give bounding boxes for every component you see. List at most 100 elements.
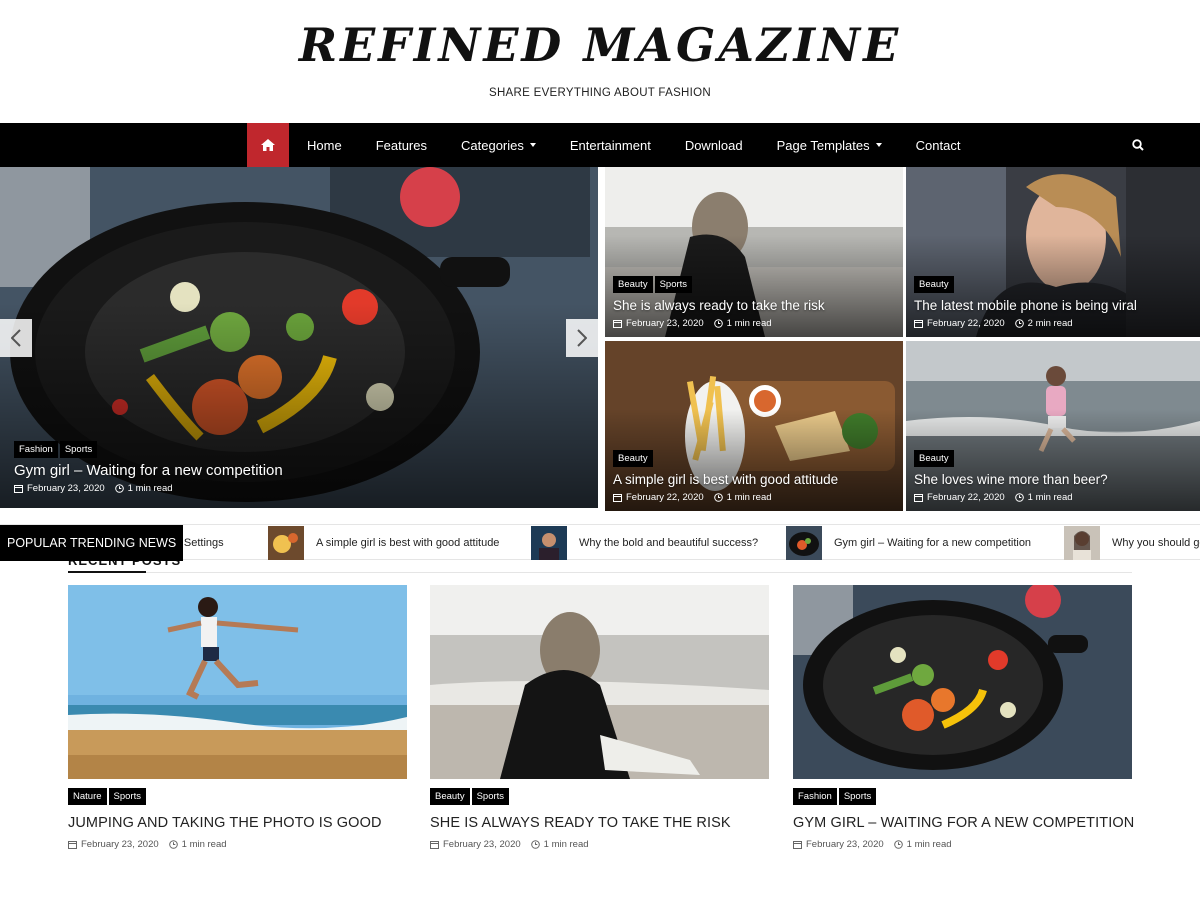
tag[interactable]: Beauty xyxy=(914,276,954,293)
nav-item-categories[interactable]: Categories xyxy=(444,123,553,167)
post-thumbnail[interactable] xyxy=(68,585,407,779)
tag[interactable]: Sports xyxy=(59,441,98,458)
read-time: 1 min read xyxy=(1014,492,1073,503)
read-time: 2 min read xyxy=(1014,318,1073,329)
nav-item-entertainment[interactable]: Entertainment xyxy=(553,123,668,167)
read-time-text: 1 min read xyxy=(906,839,952,850)
nav-item-label: Entertainment xyxy=(569,137,651,153)
tile-title[interactable]: The latest mobile phone is being viral xyxy=(914,297,1192,315)
featured-tile[interactable]: Beauty A simple girl is best with good a… xyxy=(605,341,903,511)
tile-title[interactable]: She loves wine more than beer? xyxy=(914,471,1192,489)
heading-divider xyxy=(68,572,1132,573)
heading-underline xyxy=(68,571,146,573)
calendar-icon xyxy=(613,320,622,328)
tag[interactable]: Fashion xyxy=(793,788,837,805)
ticker-thumb xyxy=(268,526,304,560)
read-time: 1 min read xyxy=(713,318,772,329)
ticker-item[interactable]: Gym girl – Waiting for a new competition xyxy=(786,525,1031,561)
nav-item-label: Page Templates xyxy=(776,137,870,153)
tag[interactable]: Fashion xyxy=(14,441,58,458)
nav-item-label: Download xyxy=(684,137,743,153)
tag[interactable]: Sports xyxy=(654,276,693,293)
search-button[interactable] xyxy=(1128,135,1148,155)
post-date: February 23, 2020 xyxy=(613,318,704,329)
tile-caption: Beauty She loves wine more than beer? Fe… xyxy=(914,450,1192,503)
post-date: February 22, 2020 xyxy=(613,492,704,503)
read-time-text: 1 min read xyxy=(127,483,173,494)
post-title[interactable]: JUMPING AND TAKING THE PHOTO IS GOOD xyxy=(68,815,407,831)
date-text: February 23, 2020 xyxy=(626,318,704,329)
nav-item-download[interactable]: Download xyxy=(668,123,760,167)
tag[interactable]: Beauty xyxy=(914,450,954,467)
tag[interactable]: Beauty xyxy=(613,450,653,467)
slider-next-button[interactable] xyxy=(566,319,598,357)
post-title[interactable]: SHE IS ALWAYS READY TO TAKE THE RISK xyxy=(430,815,769,831)
site-title[interactable]: REFINED MAGAZINE xyxy=(0,18,1200,72)
tile-meta: February 22, 2020 1 min read xyxy=(613,492,895,503)
tile-title[interactable]: She is always ready to take the risk xyxy=(613,297,895,315)
featured-tile[interactable]: Beauty She loves wine more than beer? Fe… xyxy=(906,341,1200,511)
nav-item-label: Contact xyxy=(915,137,961,153)
ticker-thumb xyxy=(531,526,567,560)
read-time: 1 min read xyxy=(893,839,952,850)
ticker-item[interactable]: ter Settings xyxy=(183,525,224,561)
post-meta: February 23, 2020 1 min read xyxy=(793,839,1132,850)
nav-item-label: Categories xyxy=(461,137,524,153)
clock-icon xyxy=(893,840,903,849)
post-date: February 23, 2020 xyxy=(430,839,521,850)
post-card: Nature Sports JUMPING AND TAKING THE PHO… xyxy=(68,585,407,850)
read-time-text: 1 min read xyxy=(1027,492,1073,503)
clock-icon xyxy=(168,840,178,849)
nav-item-label: Home xyxy=(307,137,342,153)
calendar-icon xyxy=(914,320,923,328)
ticker-item[interactable]: Why you should go xyxy=(1064,525,1200,561)
nav-item-features[interactable]: Features xyxy=(359,123,444,167)
post-thumbnail[interactable] xyxy=(793,585,1132,779)
caret-down-icon xyxy=(529,143,536,147)
home-icon xyxy=(261,139,275,151)
tile-caption: Beauty Sports She is always ready to tak… xyxy=(613,276,895,329)
tile-tags: Beauty xyxy=(613,450,895,467)
nav-item-page-templates[interactable]: Page Templates xyxy=(760,123,899,167)
post-date: February 22, 2020 xyxy=(914,492,1005,503)
clock-icon xyxy=(1014,493,1024,502)
slider-title[interactable]: Gym girl – Waiting for a new competition xyxy=(14,462,590,480)
nav-home-button[interactable] xyxy=(247,123,289,167)
nav-item-contact[interactable]: Contact xyxy=(899,123,978,167)
post-title[interactable]: GYM GIRL – WAITING FOR A NEW COMPETITION xyxy=(793,815,1134,831)
featured-tile[interactable]: Beauty Sports She is always ready to tak… xyxy=(605,167,903,337)
read-time-text: 1 min read xyxy=(181,839,227,850)
nav-item-label: Features xyxy=(375,137,427,153)
featured-slider[interactable]: Fashion Sports Gym girl – Waiting for a … xyxy=(0,167,598,508)
date-text: February 23, 2020 xyxy=(27,483,105,494)
date-text: February 22, 2020 xyxy=(927,492,1005,503)
clock-icon xyxy=(114,484,124,493)
nav-item-home[interactable]: Home xyxy=(290,123,359,167)
clock-icon xyxy=(1014,319,1024,328)
ticker-item-label: Gym girl – Waiting for a new competition xyxy=(834,537,1032,549)
tag[interactable]: Sports xyxy=(471,788,510,805)
tag[interactable]: Beauty xyxy=(613,276,653,293)
tag[interactable]: Beauty xyxy=(430,788,470,805)
tag[interactable]: Sports xyxy=(838,788,877,805)
date-text: February 23, 2020 xyxy=(81,839,159,850)
tile-title[interactable]: A simple girl is best with good attitude xyxy=(613,471,895,489)
ticker-item-label: A simple girl is best with good attitude xyxy=(316,537,500,549)
site-header: REFINED MAGAZINE SHARE EVERYTHING ABOUT … xyxy=(0,0,1200,123)
tag[interactable]: Nature xyxy=(68,788,107,805)
slider-prev-button[interactable] xyxy=(0,319,32,357)
post-thumbnail[interactable] xyxy=(430,585,769,779)
read-time-text: 1 min read xyxy=(726,318,772,329)
ticker-item[interactable]: A simple girl is best with good attitude xyxy=(268,525,499,561)
calendar-icon xyxy=(613,494,622,502)
main-nav: Home Features Categories Entertainment D… xyxy=(0,123,1200,167)
clock-icon xyxy=(713,319,723,328)
featured-tile[interactable]: Beauty The latest mobile phone is being … xyxy=(906,167,1200,337)
tile-caption: Beauty A simple girl is best with good a… xyxy=(613,450,895,503)
ticker-item[interactable]: Why the bold and beautiful success? xyxy=(531,525,758,561)
tag[interactable]: Sports xyxy=(108,788,146,805)
read-time: 1 min read xyxy=(713,492,772,503)
read-time-text: 1 min read xyxy=(726,492,772,503)
nav-menu: Home Features Categories Entertainment D… xyxy=(290,123,977,167)
read-time-text: 2 min read xyxy=(1027,318,1073,329)
